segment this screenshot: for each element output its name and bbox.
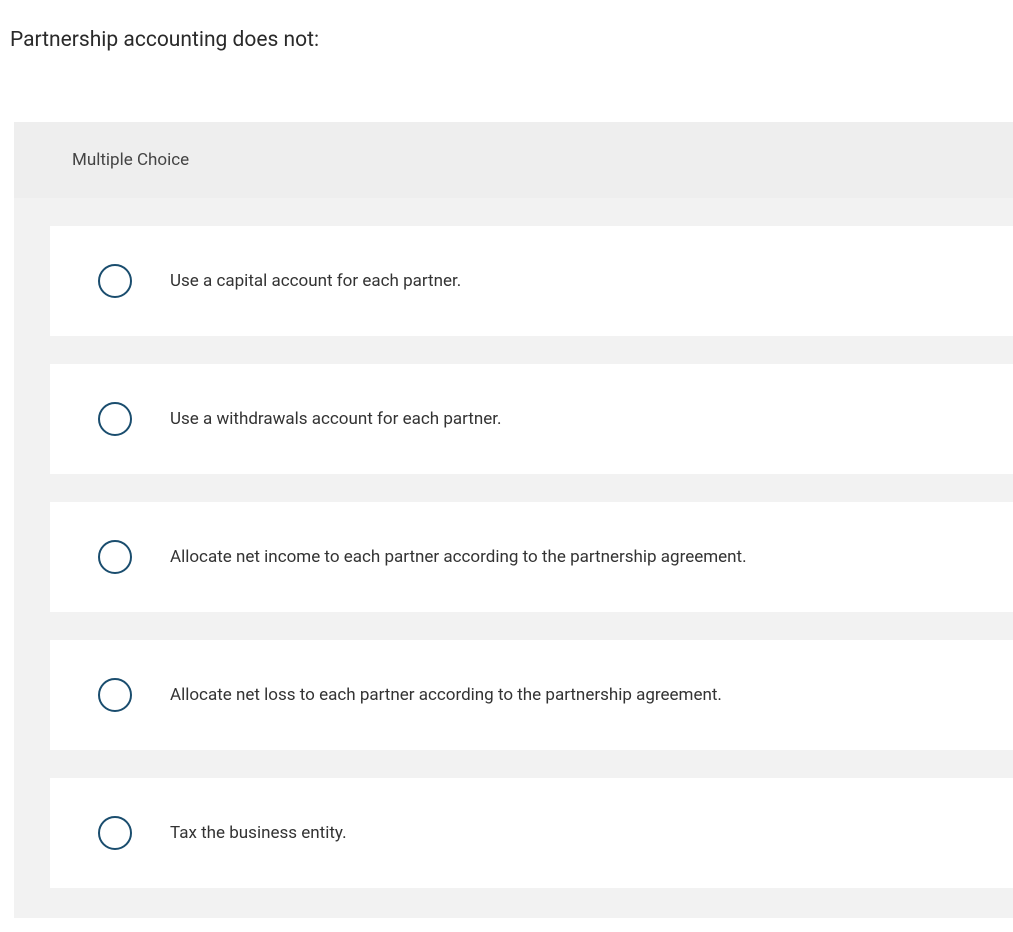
radio-icon[interactable] xyxy=(98,264,132,298)
option-label: Allocate net loss to each partner accord… xyxy=(170,685,722,705)
options-list: Use a capital account for each partner. … xyxy=(14,226,1013,888)
multiple-choice-container: Multiple Choice Use a capital account fo… xyxy=(14,122,1013,918)
radio-icon[interactable] xyxy=(98,678,132,712)
option-row[interactable]: Use a withdrawals account for each partn… xyxy=(50,364,1013,474)
option-row[interactable]: Allocate net income to each partner acco… xyxy=(50,502,1013,612)
option-label: Use a withdrawals account for each partn… xyxy=(170,409,502,429)
radio-icon[interactable] xyxy=(98,540,132,574)
option-label: Tax the business entity. xyxy=(170,823,347,843)
option-label: Allocate net income to each partner acco… xyxy=(170,547,747,567)
option-row[interactable]: Use a capital account for each partner. xyxy=(50,226,1013,336)
option-row[interactable]: Tax the business entity. xyxy=(50,778,1013,888)
option-row[interactable]: Allocate net loss to each partner accord… xyxy=(50,640,1013,750)
section-label: Multiple Choice xyxy=(14,122,1013,198)
radio-icon[interactable] xyxy=(98,402,132,436)
option-label: Use a capital account for each partner. xyxy=(170,271,461,291)
radio-icon[interactable] xyxy=(98,816,132,850)
question-text: Partnership accounting does not: xyxy=(0,0,1013,62)
